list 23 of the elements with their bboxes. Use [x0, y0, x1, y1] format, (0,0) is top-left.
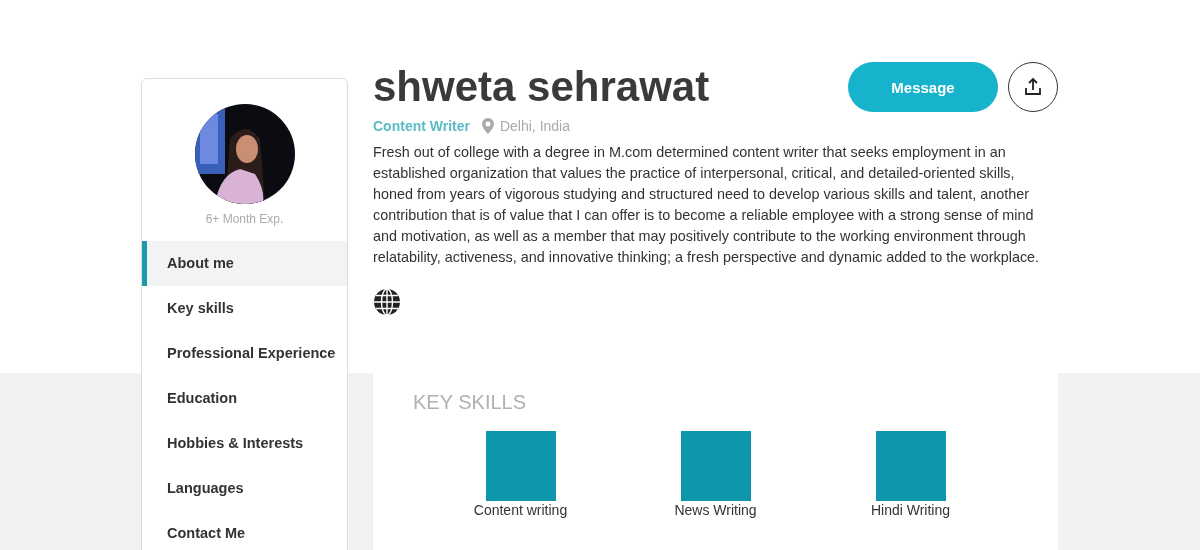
- sidebar-item[interactable]: Professional Experience: [142, 331, 336, 376]
- globe-icon[interactable]: [373, 288, 401, 316]
- sidebar-item[interactable]: About me: [142, 241, 347, 286]
- location-text: Delhi, India: [499, 118, 570, 134]
- skill-label: Hindi Writing: [870, 502, 951, 518]
- sidebar-item[interactable]: Languages: [142, 466, 244, 511]
- skill-label: Content writing: [473, 502, 568, 518]
- skill-label: News Writing: [674, 502, 757, 518]
- sidebar-item[interactable]: Key skills: [142, 286, 234, 331]
- share-button[interactable]: [1008, 62, 1058, 112]
- skill-tile: [485, 431, 556, 501]
- experience-text: 6+ Month Exp.: [205, 212, 284, 226]
- skill-tile: [680, 431, 751, 501]
- profile-name: shweta sehrawat: [373, 62, 710, 112]
- section-title: KEY SKILLS: [413, 391, 527, 414]
- sidebar-item[interactable]: Contact Me: [142, 511, 246, 550]
- skill-tile: [875, 431, 946, 501]
- location-pin-icon: [481, 118, 494, 134]
- sidebar-item[interactable]: Hobbies & Interests: [142, 421, 304, 466]
- role-text: Content Writer: [373, 118, 470, 134]
- summary-paragraph: Fresh out of college with a degree in M.com determined content writer that seeks employment in an established organization that values the practice of interpersonal, critical, and detailed-oriented skills, honed from years of vigorous studying and structured need to develop various skills and talent, another contribution that is of value that I can offer is to become a reliable employee with a strong sense of mind and motivation, as well as a member that may positively contribute to the working environment through relatability, activeness, and innovative thinking; a fresh perspective and dynamic added to the workplace.: [373, 143, 1041, 267]
- share-icon: [1023, 77, 1043, 97]
- sidebar-item[interactable]: Education: [142, 376, 238, 421]
